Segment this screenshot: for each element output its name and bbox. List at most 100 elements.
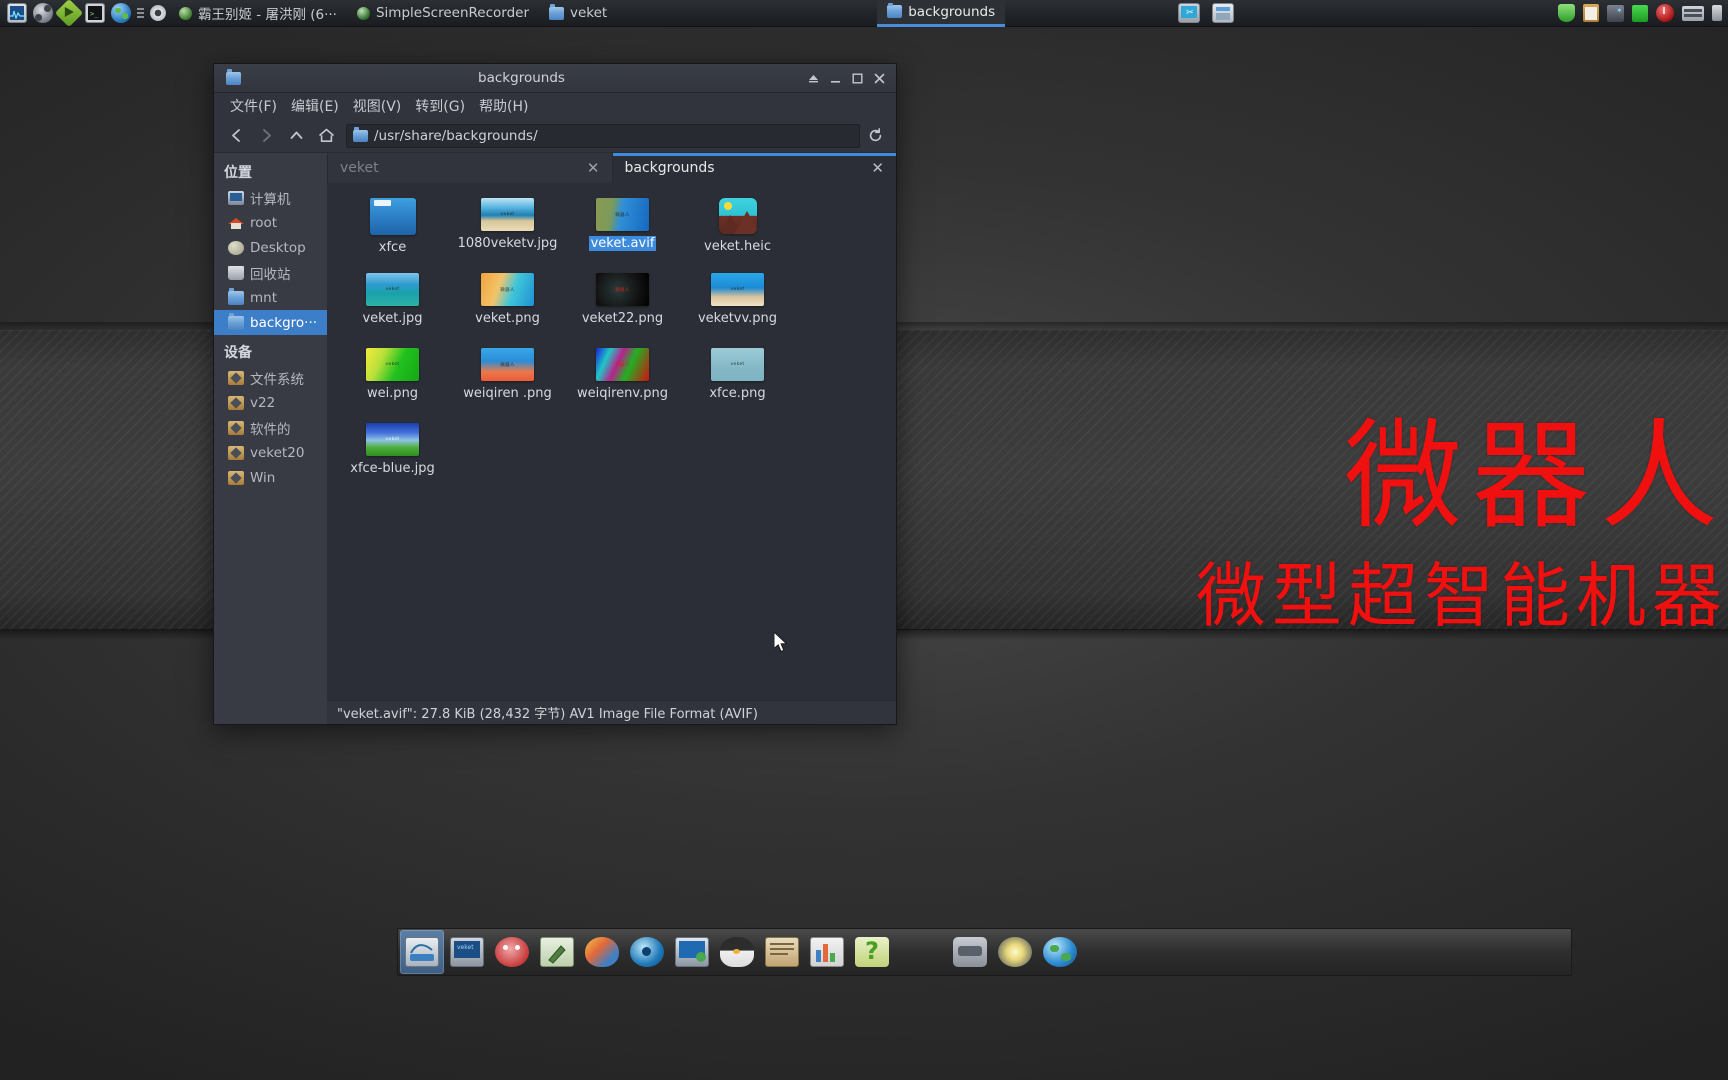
dock-text-editor[interactable] bbox=[535, 930, 579, 974]
play-icon[interactable] bbox=[54, 0, 84, 28]
thumbnail-badge: veket bbox=[730, 286, 745, 292]
maximize-button[interactable] bbox=[846, 67, 868, 89]
taskbar-launchers: >_ bbox=[0, 0, 169, 28]
sidebar-item-label: 文件系统 bbox=[250, 371, 304, 388]
shade-button[interactable] bbox=[802, 67, 824, 89]
status-bar: "veket.avif": 27.8 KiB (28,432 字节) AV1 I… bbox=[327, 700, 896, 724]
close-button[interactable] bbox=[868, 67, 890, 89]
menu-view[interactable]: 视图(V) bbox=[347, 94, 408, 118]
sidebar-item-computer[interactable]: 计算机 bbox=[214, 185, 327, 210]
menu-edit[interactable]: 编辑(E) bbox=[285, 94, 345, 118]
taskbar-task-media[interactable]: 霸王别姬 - 屠洪刚 (6··· bbox=[169, 0, 347, 27]
taskbar-window-list: 霸王别姬 - 屠洪刚 (6··· SimpleScreenRecorder ve… bbox=[169, 0, 1006, 27]
window-titlebar[interactable]: backgrounds bbox=[214, 64, 896, 93]
volume-tray-icon[interactable] bbox=[1712, 5, 1722, 21]
image-thumbnail: veket bbox=[366, 348, 419, 381]
taskbar-task-recorder[interactable]: SimpleScreenRecorder bbox=[347, 0, 539, 27]
clipboard-tray-icon[interactable] bbox=[1583, 4, 1599, 22]
minimize-button[interactable] bbox=[824, 67, 846, 89]
tab-backgrounds[interactable]: backgrounds ✕ bbox=[611, 153, 896, 183]
dock-display-settings[interactable]: veket bbox=[445, 930, 489, 974]
taskbar-task-backgrounds[interactable]: backgrounds bbox=[877, 0, 1006, 27]
system-monitor-icon[interactable] bbox=[7, 3, 27, 23]
file-item[interactable]: veket veket.jpg bbox=[335, 270, 450, 345]
dock-penguin[interactable] bbox=[715, 930, 759, 974]
sidebar-item-label: 软件的 bbox=[250, 421, 291, 438]
sidebar-item-mnt[interactable]: mnt bbox=[214, 285, 327, 310]
power-tray-icon[interactable] bbox=[1656, 4, 1674, 22]
file-item[interactable]: veket xfce-blue.jpg bbox=[335, 420, 450, 495]
file-item[interactable]: xfce bbox=[335, 195, 450, 270]
menu-go[interactable]: 转到(G) bbox=[409, 94, 471, 118]
tab-close-icon[interactable]: ✕ bbox=[863, 159, 884, 177]
sidebar-item-root[interactable]: root bbox=[214, 210, 327, 235]
tab-close-icon[interactable]: ✕ bbox=[579, 159, 600, 177]
sidebar-item-software[interactable]: 软件的 bbox=[214, 415, 327, 440]
drive-icon bbox=[228, 370, 244, 385]
home-button[interactable] bbox=[312, 123, 340, 149]
media-player-icon[interactable] bbox=[33, 3, 53, 23]
file-icon-view[interactable]: xfce veket 1080veketv.jpg 微器人 veket.avif bbox=[327, 183, 896, 700]
sidebar-item-filesystem[interactable]: 文件系统 bbox=[214, 365, 327, 390]
image-thumbnail: 微器人 bbox=[596, 273, 649, 306]
terminal-icon[interactable]: >_ bbox=[85, 3, 105, 23]
file-item[interactable]: 微器人 veket.png bbox=[450, 270, 565, 345]
dock-network[interactable] bbox=[670, 930, 714, 974]
sidebar-item-v22[interactable]: v22 bbox=[214, 390, 327, 415]
file-item[interactable]: 微器人 veket22.png bbox=[565, 270, 680, 345]
dock-brightness[interactable] bbox=[993, 930, 1037, 974]
file-item[interactable]: veket xfce.png bbox=[680, 345, 795, 420]
sidebar-item-trash[interactable]: 回收站 bbox=[214, 260, 327, 285]
file-item[interactable]: veket 1080veketv.jpg bbox=[450, 195, 565, 270]
folder-icon bbox=[369, 198, 416, 235]
file-item[interactable]: veket.heic bbox=[680, 195, 795, 270]
up-button[interactable] bbox=[282, 123, 310, 149]
dock-file-manager[interactable] bbox=[400, 930, 444, 974]
navigation-toolbar: /usr/share/backgrounds/ bbox=[214, 119, 896, 153]
file-item[interactable]: 微器人 weiqirenv.png bbox=[565, 345, 680, 420]
file-item[interactable]: veket veketvv.png bbox=[680, 270, 795, 345]
tab-veket[interactable]: veket ✕ bbox=[327, 153, 612, 183]
battery-tray-icon[interactable] bbox=[1632, 4, 1648, 22]
taskbar-task-veket[interactable]: veket bbox=[539, 0, 617, 27]
dock-media-player[interactable] bbox=[625, 930, 669, 974]
image-thumbnail: veket bbox=[711, 348, 764, 381]
dock-web-browser[interactable] bbox=[1038, 930, 1082, 974]
file-item[interactable]: veket wei.png bbox=[335, 345, 450, 420]
window-body: 位置 计算机 root Desktop 回收站 mnt backgro··· 设… bbox=[214, 153, 896, 724]
desktop-icon bbox=[228, 240, 244, 255]
window-list-icon[interactable] bbox=[1212, 3, 1235, 23]
dock-hardware[interactable] bbox=[948, 930, 992, 974]
sidebar-item-win[interactable]: Win bbox=[214, 465, 327, 490]
dock-paint[interactable] bbox=[580, 930, 624, 974]
file-name: 1080veketv.jpg bbox=[457, 236, 558, 251]
menu-help[interactable]: 帮助(H) bbox=[473, 94, 534, 118]
keyboard-tray-icon[interactable] bbox=[1682, 5, 1704, 21]
network-tray-icon[interactable]: ✶ bbox=[1607, 4, 1624, 22]
dock-notes[interactable] bbox=[760, 930, 804, 974]
sidebar-item-desktop[interactable]: Desktop bbox=[214, 235, 327, 260]
shield-tray-icon[interactable] bbox=[1558, 4, 1575, 22]
forward-button[interactable] bbox=[252, 123, 280, 149]
screenshot-icon[interactable]: ✂ bbox=[1178, 3, 1201, 23]
sidebar-item-label: mnt bbox=[250, 289, 277, 306]
back-button[interactable] bbox=[222, 123, 250, 149]
file-name: veket.png bbox=[475, 311, 540, 326]
sidebar-item-label: 回收站 bbox=[250, 266, 291, 283]
sidebar: 位置 计算机 root Desktop 回收站 mnt backgro··· 设… bbox=[214, 153, 327, 724]
sidebar-item-label: Desktop bbox=[250, 239, 306, 256]
sidebar-item-backgrounds[interactable]: backgro··· bbox=[214, 310, 327, 335]
dock-office[interactable] bbox=[805, 930, 849, 974]
dock-kid-app[interactable] bbox=[490, 930, 534, 974]
disc-icon[interactable] bbox=[150, 5, 166, 21]
web-browser-icon[interactable] bbox=[111, 3, 131, 23]
sidebar-item-veket20[interactable]: veket20 bbox=[214, 440, 327, 465]
reload-button[interactable] bbox=[862, 123, 888, 149]
file-name: wei.png bbox=[366, 386, 419, 401]
image-thumbnail: 微器人 bbox=[481, 273, 534, 306]
menu-file[interactable]: 文件(F) bbox=[224, 94, 283, 118]
dock-help[interactable]: ? bbox=[850, 930, 894, 974]
path-entry[interactable]: /usr/share/backgrounds/ bbox=[346, 123, 860, 148]
file-item[interactable]: 微器人 weiqiren .png bbox=[450, 345, 565, 420]
file-item-selected[interactable]: 微器人 veket.avif bbox=[565, 195, 680, 270]
